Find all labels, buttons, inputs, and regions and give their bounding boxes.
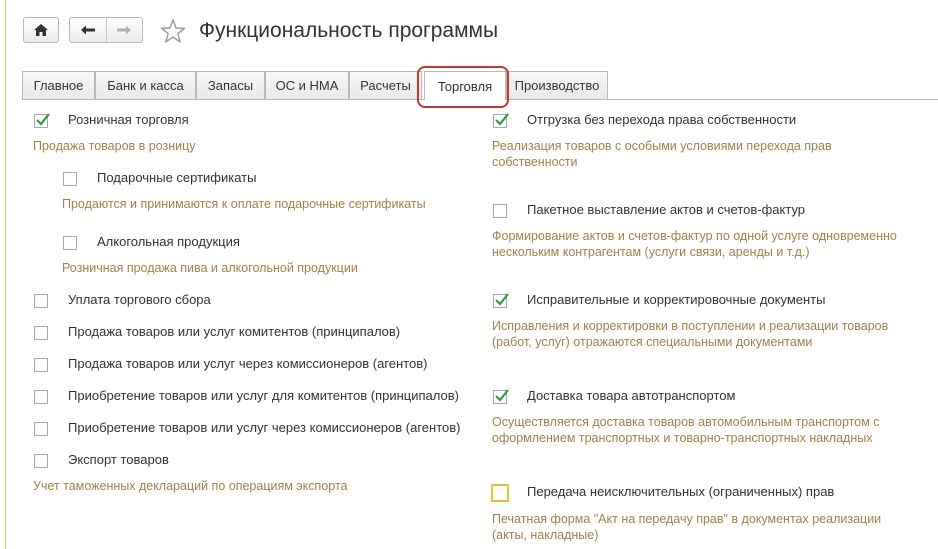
tab-fixed-assets[interactable]: ОС и НМА <box>265 71 349 99</box>
tab-production[interactable]: Производство <box>506 71 608 99</box>
arrow-right-icon <box>117 25 132 35</box>
gift-cards-description: Продаются и принимаются к оплате подароч… <box>62 197 426 211</box>
principal-sale-checkbox[interactable] <box>34 326 48 340</box>
left-border <box>5 0 6 549</box>
trade-fee-label: Уплата торгового сбора <box>68 292 211 307</box>
agent-purchase-label: Приобретение товаров или услуг через ком… <box>68 420 461 435</box>
shipment-label: Отгрузка без перехода права собственност… <box>527 112 797 127</box>
delivery-description: Осуществляется доставка товаров автомоби… <box>492 415 880 445</box>
page-title: Функциональность программы <box>199 19 499 42</box>
tab-trade[interactable]: Торговля <box>424 71 506 100</box>
batch-invoices-label: Пакетное выставление актов и счетов-факт… <box>527 202 806 217</box>
agent-purchase-checkbox[interactable] <box>34 422 48 436</box>
batch-invoices-description: Формирование актов и счетов-фактур по од… <box>492 229 897 259</box>
delivery-label: Доставка товара автотранспортом <box>527 388 736 403</box>
forward-button[interactable] <box>105 18 143 42</box>
shipment-description: Реализация товаров с особыми условиями п… <box>492 139 832 169</box>
star-icon <box>160 19 186 43</box>
tab-bank-cash[interactable]: Банк и касса <box>95 71 196 99</box>
alcohol-label: Алкогольная продукция <box>97 234 240 249</box>
export-checkbox[interactable] <box>34 454 48 468</box>
corrections-checkbox[interactable] <box>493 293 509 308</box>
home-icon <box>34 24 48 36</box>
checkmark-icon <box>495 293 509 306</box>
arrow-left-icon <box>80 25 95 35</box>
home-button[interactable] <box>23 17 59 43</box>
agent-sale-label: Продажа товаров или услуг через комиссио… <box>68 356 428 371</box>
gift-cards-label: Подарочные сертификаты <box>97 170 257 185</box>
tab-settlements[interactable]: Расчеты <box>349 71 422 99</box>
batch-invoices-checkbox[interactable] <box>493 204 507 218</box>
favorite-button[interactable] <box>160 18 186 49</box>
delivery-checkbox[interactable] <box>493 389 509 404</box>
rights-transfer-description: Печатная форма "Акт на передачу прав" в … <box>492 512 882 542</box>
retail-checkbox[interactable] <box>34 113 50 128</box>
export-description: Учет таможенных деклараций по операциям … <box>33 479 348 493</box>
rights-transfer-checkbox[interactable] <box>491 484 509 502</box>
checkmark-icon <box>495 389 509 402</box>
trade-fee-checkbox[interactable] <box>34 294 48 308</box>
principal-purchase-label: Приобретение товаров или услуг для комит… <box>68 388 459 403</box>
retail-description: Продажа товаров в розницу <box>33 139 196 153</box>
shipment-checkbox[interactable] <box>493 113 509 128</box>
checkmark-icon <box>36 113 50 126</box>
tab-inventory[interactable]: Запасы <box>196 71 265 99</box>
history-nav <box>69 17 143 43</box>
agent-sale-checkbox[interactable] <box>34 358 48 372</box>
alcohol-description: Розничная продажа пива и алкогольной про… <box>62 261 358 275</box>
corrections-description: Исправления и корректировки в поступлени… <box>492 319 889 349</box>
tab-bar: Главное Банк и касса Запасы ОС и НМА Рас… <box>22 71 938 100</box>
tab-main[interactable]: Главное <box>22 71 95 99</box>
export-label: Экспорт товаров <box>68 452 169 467</box>
corrections-label: Исправительные и корректировочные докуме… <box>527 292 826 307</box>
retail-label: Розничная торговля <box>68 112 189 127</box>
principal-purchase-checkbox[interactable] <box>34 390 48 404</box>
alcohol-checkbox[interactable] <box>63 236 77 250</box>
rights-transfer-label: Передача неисключительных (ограниченных)… <box>527 484 835 499</box>
back-button[interactable] <box>70 18 106 42</box>
checkmark-icon <box>495 113 509 126</box>
principal-sale-label: Продажа товаров или услуг комитентов (пр… <box>68 324 401 339</box>
gift-cards-checkbox[interactable] <box>63 172 77 186</box>
